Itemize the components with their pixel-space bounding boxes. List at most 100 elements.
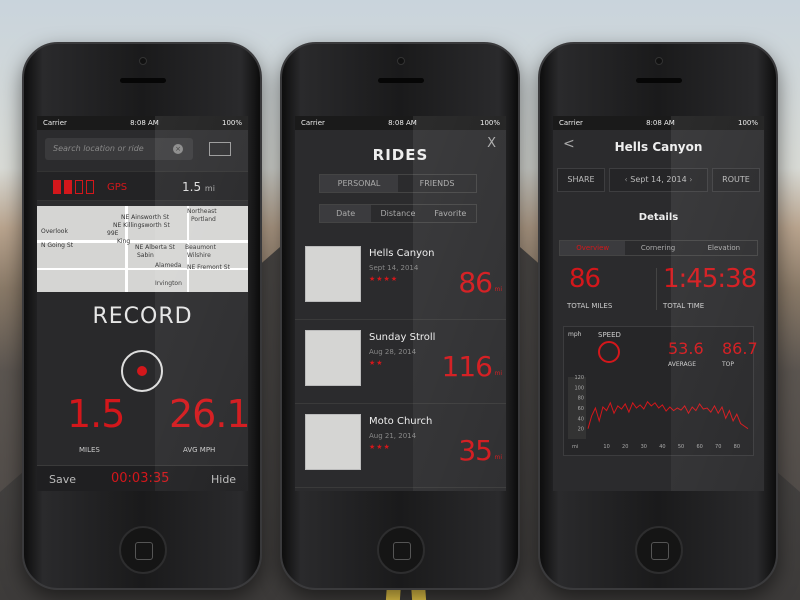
top-value: 86.7: [722, 339, 758, 358]
average-value: 53.6: [668, 339, 704, 358]
time-label: 8:08 AM: [388, 119, 417, 127]
time-label: 8:08 AM: [130, 119, 159, 127]
top-label: TOP: [722, 361, 735, 368]
camera: [397, 57, 405, 65]
miles-value: 1.5: [67, 392, 125, 436]
sort-favorite[interactable]: Favorite: [425, 205, 476, 222]
y-tick-label: 20: [578, 427, 584, 433]
ride-name: Hells Canyon: [369, 248, 435, 259]
gps-signal-icon: [53, 180, 94, 194]
gps-label: GPS: [107, 182, 128, 193]
map-view[interactable]: Northeast Portland NE Ainsworth St NE Ki…: [37, 206, 248, 292]
map-label: NE Alberta St: [135, 244, 176, 251]
phone-record: Carrier 8:08 AM 100% Search location or …: [22, 42, 262, 590]
sort-date[interactable]: Date: [320, 205, 372, 222]
speed-line-chart: 20 40 60 80 100 120 10 20 30 40 50 60 70 80 mi: [568, 375, 749, 450]
map-label: Alameda: [155, 262, 182, 269]
sort-group: Date Distance Favorite: [319, 204, 477, 223]
y-tick-label: 80: [578, 396, 584, 402]
camera: [655, 57, 663, 65]
x-tick-label: 10: [603, 444, 609, 450]
y-tick-label: 40: [578, 416, 584, 422]
map-icon[interactable]: [209, 142, 231, 156]
unit-label: mph: [568, 331, 582, 338]
status-bar: Carrier 8:08 AM 100%: [295, 116, 506, 130]
record-panel: RECORD 1.5 MILES 26.1 AVG MPH: [37, 292, 248, 465]
date-selector[interactable]: ‹ Sept 14, 2014 ›: [609, 168, 708, 192]
route-thumbnail: [305, 246, 361, 302]
record-title: RECORD: [92, 304, 193, 329]
clear-icon[interactable]: ×: [173, 144, 183, 154]
speed-series-line: [587, 400, 749, 430]
camera: [139, 57, 147, 65]
details-tabs: Overview Cornering Elevation: [559, 240, 758, 256]
home-button[interactable]: [119, 526, 167, 574]
map-label: N Going St: [41, 242, 74, 249]
map-label: Wilshire: [187, 252, 211, 259]
page-title: RIDES: [372, 146, 429, 164]
gps-bar: GPS 1.5 mi: [37, 171, 248, 201]
save-button[interactable]: Save: [49, 473, 76, 486]
x-unit-label: mi: [572, 444, 578, 450]
hide-button[interactable]: Hide: [211, 473, 236, 486]
carrier-label: Carrier: [301, 119, 325, 127]
ride-miles: 116: [441, 350, 493, 383]
x-tick-label: 70: [715, 444, 721, 450]
total-miles-value: 86: [569, 264, 601, 294]
ride-miles: 35: [458, 434, 493, 467]
map-label: King: [117, 238, 131, 245]
tab-cornering[interactable]: Cornering: [625, 241, 690, 255]
ride-rating: ★★★: [369, 443, 391, 451]
ride-name: Sunday Stroll: [369, 332, 436, 343]
map-label: NE Killingsworth St: [113, 222, 170, 229]
sort-distance[interactable]: Distance: [371, 205, 424, 222]
y-tick-label: 60: [578, 406, 584, 412]
carrier-label: Carrier: [559, 119, 583, 127]
details-screen: Carrier 8:08 AM 100% < Hells Canyon SHAR…: [553, 116, 764, 491]
route-button[interactable]: ROUTE: [712, 168, 760, 192]
home-button[interactable]: [377, 526, 425, 574]
map-label: Beaumont: [185, 244, 216, 251]
map-label: Northeast: [187, 208, 217, 215]
tab-elevation[interactable]: Elevation: [691, 241, 757, 255]
ride-unit: mi: [494, 370, 502, 377]
speaker: [120, 78, 166, 83]
battery-label: 100%: [479, 119, 500, 127]
total-time-label: TOTAL TIME: [663, 302, 705, 310]
map-label: Overlook: [41, 228, 68, 235]
avg-mph-label: AVG MPH: [183, 446, 216, 454]
ride-name: Moto Church: [369, 416, 433, 427]
ride-date: Aug 21, 2014: [369, 432, 417, 440]
ride-date: Sept 14, 2014: [369, 264, 419, 272]
speedometer-icon: [598, 341, 620, 363]
search-input[interactable]: Search location or ride: [45, 138, 193, 160]
map-label: NE Ainsworth St: [121, 214, 170, 221]
page-title: Hells Canyon: [614, 140, 703, 154]
distance-unit: mi: [204, 184, 215, 193]
tab-personal[interactable]: PERSONAL: [320, 175, 398, 192]
ride-date: Aug 28, 2014: [369, 348, 417, 356]
average-label: AVERAGE: [668, 361, 696, 368]
share-button[interactable]: SHARE: [557, 168, 605, 192]
map-label: Sabin: [137, 252, 154, 259]
x-tick-label: 60: [696, 444, 702, 450]
miles-label: MILES: [79, 446, 100, 454]
ride-miles: 86: [458, 266, 493, 299]
list-item[interactable]: Sunday Stroll Aug 28, 2014 ★★ 116 mi: [295, 322, 506, 404]
status-bar: Carrier 8:08 AM 100%: [553, 116, 764, 130]
speaker: [636, 78, 682, 83]
list-item[interactable]: Hells Canyon Sept 14, 2014 ★★★★ 86 mi: [295, 238, 506, 320]
x-tick-label: 40: [659, 444, 665, 450]
carrier-label: Carrier: [43, 119, 67, 127]
home-button[interactable]: [635, 526, 683, 574]
ride-rating: ★★: [369, 359, 384, 367]
rides-screen: Carrier 8:08 AM 100% X RIDES PERSONAL FR…: [295, 116, 506, 491]
record-button[interactable]: [121, 350, 163, 392]
tab-overview[interactable]: Overview: [560, 241, 626, 255]
x-tick-label: 80: [734, 444, 740, 450]
next-icon[interactable]: ›: [689, 175, 692, 184]
tab-friends[interactable]: FRIENDS: [398, 175, 476, 192]
ride-unit: mi: [494, 286, 502, 293]
list-item[interactable]: Moto Church Aug 21, 2014 ★★★ 35 mi: [295, 406, 506, 488]
speaker: [378, 78, 424, 83]
